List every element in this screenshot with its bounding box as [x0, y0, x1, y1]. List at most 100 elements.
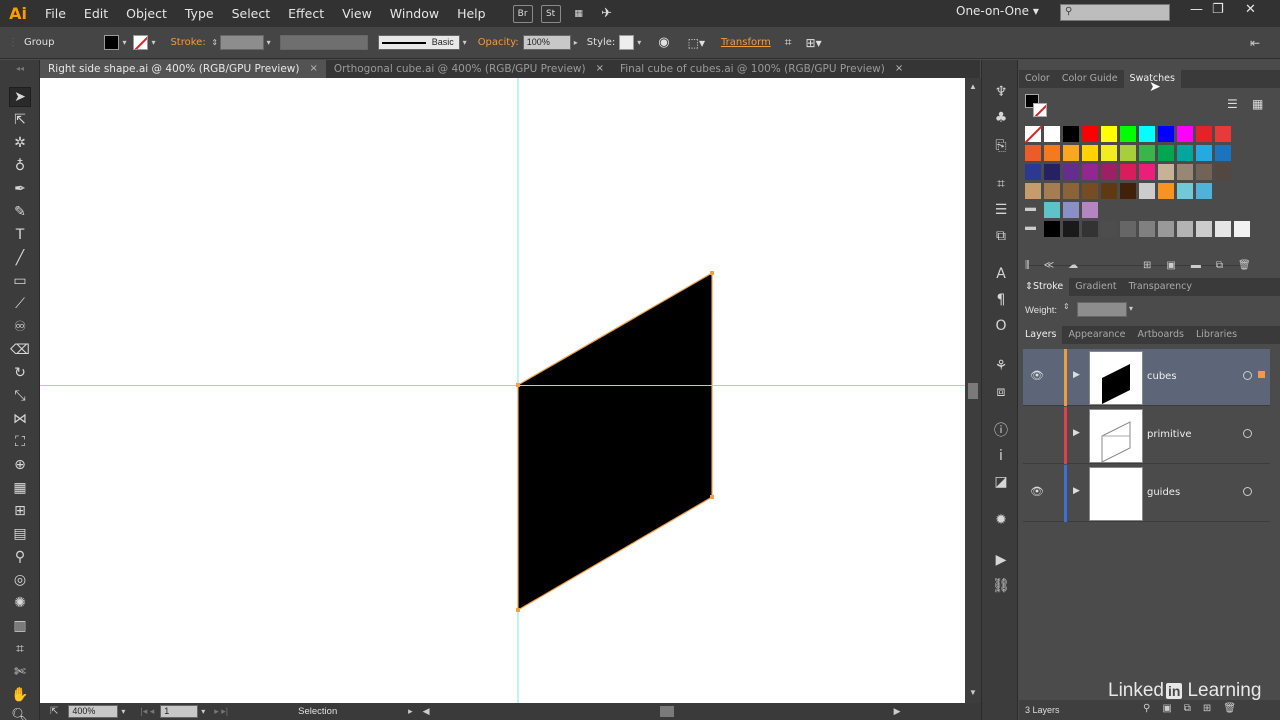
stroke-stepper-icon[interactable]: ⇕	[210, 35, 220, 50]
artboard-canvas[interactable]	[40, 78, 965, 703]
color-swatch[interactable]	[1196, 126, 1213, 143]
tab-stroke[interactable]: ⇕Stroke	[1019, 278, 1070, 296]
thumbnail-view-icon[interactable]: ▦	[1252, 97, 1263, 111]
document-info-icon[interactable]: ⅰ	[991, 446, 1011, 466]
locate-object-icon[interactable]: ⚲	[1143, 703, 1150, 714]
color-swatch[interactable]	[1196, 221, 1213, 238]
blend-tool-icon[interactable]: ◎	[9, 570, 31, 590]
status-menu-icon[interactable]: ▸	[408, 706, 413, 717]
vertical-scroll-thumb[interactable]	[968, 383, 978, 399]
color-swatch[interactable]	[1082, 145, 1099, 162]
bridge-button[interactable]: Br	[512, 4, 533, 23]
menu-window[interactable]: Window	[381, 0, 448, 27]
color-swatch[interactable]	[1139, 164, 1156, 181]
color-swatch[interactable]	[1177, 164, 1194, 181]
color-swatch[interactable]	[1196, 164, 1213, 181]
color-swatch[interactable]	[1215, 164, 1232, 181]
swatch-folder-icon[interactable]: ▬	[1025, 202, 1042, 219]
workspace-switcher[interactable]: One-on-One ▾	[956, 4, 1039, 18]
stroke-swatch[interactable]	[133, 35, 149, 50]
brush-definition-field[interactable]: Basic	[377, 35, 460, 50]
share-icon[interactable]: ⇱	[50, 706, 58, 717]
gpu-performance-icon[interactable]: ✈	[597, 5, 617, 23]
color-swatch[interactable]	[1082, 221, 1099, 238]
color-swatch[interactable]	[1215, 145, 1232, 162]
tab-gradient[interactable]: Gradient	[1069, 278, 1122, 296]
anchor-point[interactable]	[516, 608, 520, 612]
color-swatch[interactable]	[1158, 126, 1175, 143]
color-swatch[interactable]	[1120, 183, 1137, 200]
anchor-point[interactable]	[710, 271, 714, 275]
expand-arrow-icon[interactable]: ▶	[1073, 427, 1080, 438]
color-swatch[interactable]	[1101, 126, 1118, 143]
magic-wand-tool-icon[interactable]: ✲	[9, 133, 31, 153]
restore-icon[interactable]: ❐	[1212, 2, 1224, 17]
stroke-weight-dropdown-icon[interactable]: ▾	[264, 35, 274, 50]
color-swatch[interactable]	[1120, 126, 1137, 143]
tab-color-guide[interactable]: Color Guide	[1056, 70, 1124, 88]
layer-row-primitive[interactable]: ▶ primitive	[1023, 407, 1270, 464]
horizontal-scroll-thumb[interactable]	[659, 706, 674, 717]
stock-button[interactable]: St	[540, 4, 561, 23]
rectangle-tool-icon[interactable]: ▭	[9, 271, 31, 291]
tab-artboards[interactable]: Artboards	[1131, 326, 1190, 344]
new-sublayer-icon[interactable]: ⧉	[1184, 703, 1191, 714]
color-swatch[interactable]	[1158, 164, 1175, 181]
swatch-grid[interactable]: ▬ ▬	[1024, 125, 1259, 238]
right-side-shape[interactable]	[517, 271, 713, 612]
color-swatch[interactable]	[1158, 221, 1175, 238]
color-swatch[interactable]	[1063, 183, 1080, 200]
show-kinds-icon[interactable]: ☁	[1068, 260, 1078, 271]
direct-selection-tool-icon[interactable]: ⇱	[9, 110, 31, 130]
color-swatch[interactable]	[1025, 164, 1042, 181]
menu-help[interactable]: Help	[448, 0, 495, 27]
color-swatch[interactable]	[1063, 164, 1080, 181]
color-swatch[interactable]	[1139, 221, 1156, 238]
new-folder-icon[interactable]: ▬	[1191, 260, 1201, 271]
control-panel-menu-icon[interactable]: ⇤	[1250, 36, 1260, 50]
symbols-icon[interactable]: ♣	[991, 108, 1011, 128]
selection-tool-icon[interactable]: ➤	[9, 87, 31, 107]
close-tab-icon[interactable]: ×	[895, 60, 903, 78]
free-transform-tool-icon[interactable]: ⛶	[9, 432, 31, 452]
pathfinder-icon[interactable]: ⧉	[991, 226, 1011, 246]
color-swatch[interactable]	[1063, 126, 1080, 143]
menu-effect[interactable]: Effect	[279, 0, 333, 27]
clipping-mask-icon[interactable]: ▣	[1162, 703, 1171, 714]
color-swatch[interactable]	[1082, 164, 1099, 181]
layer-target-icon[interactable]	[1243, 429, 1252, 438]
list-view-icon[interactable]: ☰	[1227, 97, 1238, 111]
new-swatch-icon[interactable]: ⧉	[1216, 260, 1223, 271]
zoom-tool-icon[interactable]: 🔍︎	[9, 706, 31, 720]
anchor-point[interactable]	[710, 495, 714, 499]
close-tab-icon[interactable]: ×	[309, 60, 317, 78]
menu-select[interactable]: Select	[223, 0, 280, 27]
close-icon[interactable]: ✕	[1245, 2, 1256, 17]
layer-target-icon[interactable]	[1243, 487, 1252, 496]
column-graph-tool-icon[interactable]: ▥	[9, 616, 31, 636]
opentype-panel-icon[interactable]: O	[991, 316, 1011, 336]
stroke-dropdown-icon[interactable]: ▾	[148, 35, 158, 50]
actions-play-icon[interactable]: ▶	[991, 550, 1011, 570]
color-swatch[interactable]	[1158, 145, 1175, 162]
color-swatch[interactable]	[1177, 221, 1194, 238]
symbol-sprayer-tool-icon[interactable]: ✺	[9, 593, 31, 613]
paragraph-panel-icon[interactable]: ¶	[991, 290, 1011, 310]
fill-dropdown-icon[interactable]: ▾	[119, 35, 129, 50]
anchor-point[interactable]	[516, 383, 520, 387]
eyedropper-tool-icon[interactable]: ⚲	[9, 547, 31, 567]
vertical-scrollbar[interactable]: ▲ ▼	[965, 78, 981, 703]
opacity-label[interactable]: Opacity:	[478, 37, 519, 48]
menu-type[interactable]: Type	[176, 0, 223, 27]
mesh-tool-icon[interactable]: ⊞	[9, 501, 31, 521]
color-swatch[interactable]	[1044, 145, 1061, 162]
horizontal-scroll-track[interactable]	[430, 706, 894, 717]
color-swatch[interactable]	[1063, 221, 1080, 238]
stroke-label[interactable]: Stroke:	[170, 37, 205, 48]
stroke-weight-field[interactable]	[219, 35, 264, 50]
scroll-right-icon[interactable]: ▶	[894, 706, 901, 717]
color-swatch[interactable]	[1196, 145, 1213, 162]
tab-color[interactable]: Color	[1019, 70, 1056, 88]
tools-collapse-icon[interactable]: ◂◂	[9, 64, 31, 73]
brush-dropdown-icon[interactable]: ▾	[460, 35, 470, 50]
